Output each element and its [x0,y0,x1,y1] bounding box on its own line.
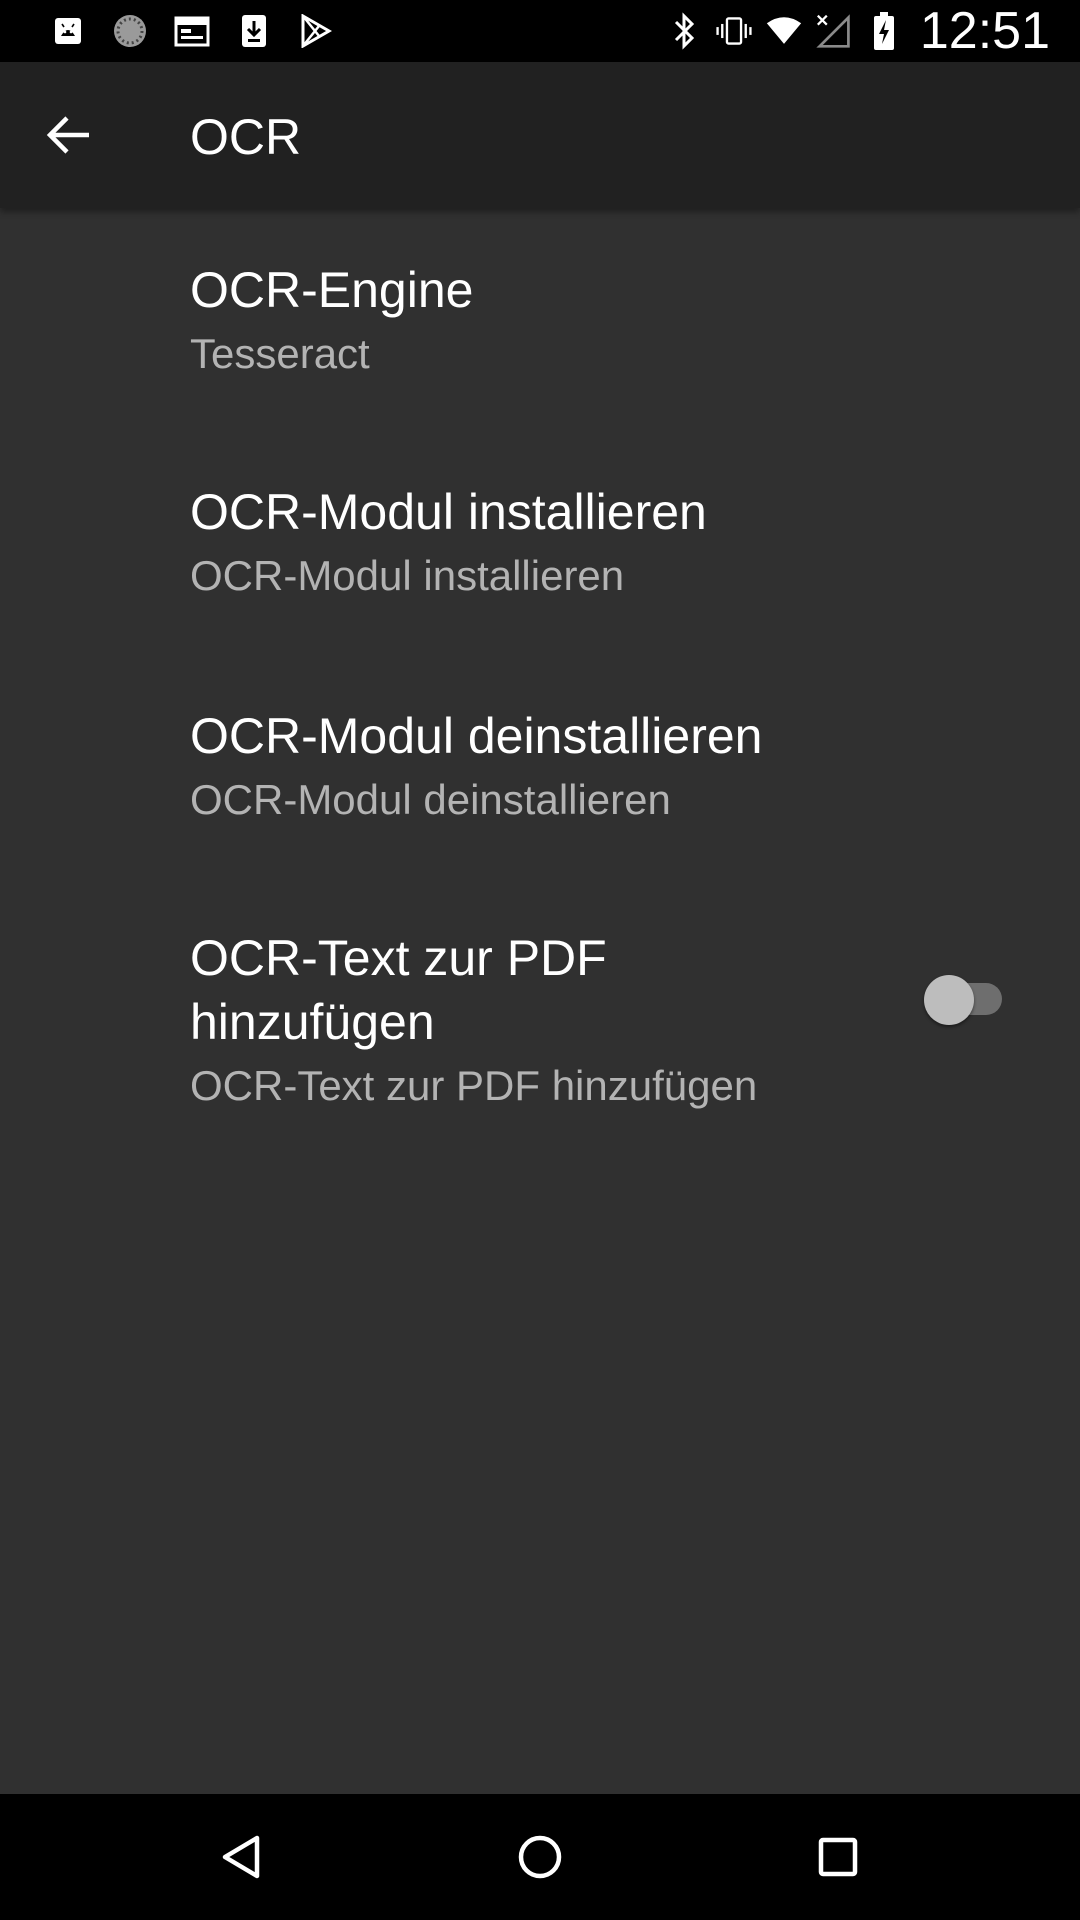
status-bar: 12:51 [0,0,1080,62]
app-bar: OCR [0,62,1080,208]
battery-charging-icon [866,11,902,51]
status-notification-icons [50,13,360,49]
navigation-bar [0,1794,1080,1920]
pref-add-ocr-text-to-pdf[interactable]: OCR-Text zur PDF hinzufügen OCR-Text zur… [0,876,1080,1176]
recents-square-icon [818,1837,858,1877]
status-clock: 12:51 [919,2,1050,60]
bluetooth-icon [666,11,702,51]
nav-recents-button[interactable] [802,1821,874,1893]
pref-ocr-engine[interactable]: OCR-Engine Tesseract [0,208,1080,430]
pref-summary: Tesseract [190,330,370,377]
android-debug-icon [50,13,86,49]
pref-title: OCR-Modul deinstallieren [190,708,763,764]
pref-summary: OCR-Text zur PDF hinzufügen [190,1062,758,1109]
vibrate-icon [716,11,752,51]
status-system-icons: 12:51 [652,1,1050,61]
pref-summary: OCR-Modul installieren [190,552,625,599]
no-signal-icon [816,11,852,51]
nav-home-button[interactable] [504,1821,576,1893]
arrow-back-icon [46,116,89,154]
pref-title: OCR-Engine [190,262,474,318]
wifi-icon [766,11,802,51]
calendar-icon [174,13,210,49]
home-circle-icon [518,1835,562,1879]
sync-spinner-icon [112,13,148,49]
preference-list: OCR-Engine Tesseract OCR-Modul installie… [0,208,1080,1176]
pref-uninstall-ocr-module[interactable]: OCR-Modul deinstallieren OCR-Modul deins… [0,654,1080,876]
pref-summary: OCR-Modul deinstallieren [190,776,671,823]
toggle-thumb [924,975,974,1025]
download-icon [236,13,272,49]
back-triangle-icon [222,1835,260,1879]
back-button[interactable] [42,109,94,161]
page-title: OCR [190,109,302,165]
pref-title: OCR-Modul installieren [190,484,707,540]
play-store-icon [298,13,334,49]
pref-title: OCR-Text zur PDF hinzufügen [190,930,607,1050]
pref-install-ocr-module[interactable]: OCR-Modul installieren OCR-Modul install… [0,430,1080,654]
nav-back-button[interactable] [205,1821,277,1893]
ocr-text-toggle-switch[interactable] [924,971,1010,1027]
